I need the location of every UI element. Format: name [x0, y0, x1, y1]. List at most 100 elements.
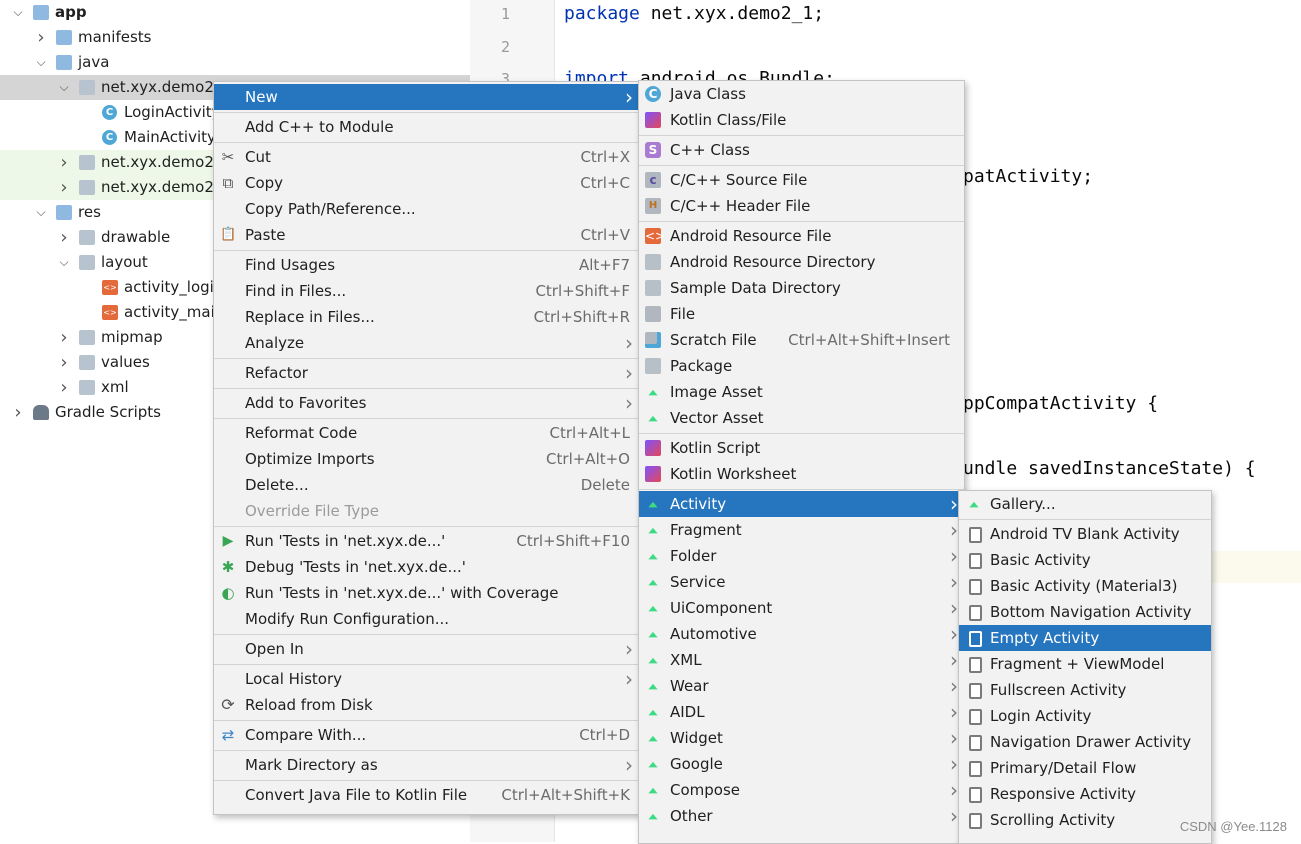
chevron-right-icon[interactable]: ›: [57, 375, 71, 400]
menu-item-open-in[interactable]: Open In ›: [214, 636, 639, 662]
menu-item-shortcut: Ctrl+Alt+L: [549, 424, 631, 442]
menu-item-basic-activity[interactable]: Basic Activity: [959, 547, 1211, 573]
menu-item-compose[interactable]: ▲ Compose ›: [639, 777, 964, 803]
menu-item-label: New: [245, 88, 278, 106]
submenu-arrow-icon: ›: [950, 752, 958, 776]
menu-item-widget[interactable]: ▲ Widget ›: [639, 725, 964, 751]
menu-item-kotlin-worksheet[interactable]: Kotlin Worksheet: [639, 461, 964, 487]
chevron-right-icon[interactable]: ›: [57, 150, 71, 175]
chevron-right-icon[interactable]: ›: [57, 175, 71, 200]
menu-item-responsive-activity[interactable]: Responsive Activity: [959, 781, 1211, 807]
menu-item-shortcut: Alt+F7: [578, 256, 630, 274]
menu-item-c-class[interactable]: S C++ Class: [639, 137, 964, 163]
menu-item-find-usages[interactable]: Find Usages Alt+F7: [214, 252, 639, 278]
menu-item-package[interactable]: Package: [639, 353, 964, 379]
menu-item-compare-with[interactable]: ⇄ Compare With... Ctrl+D: [214, 722, 639, 748]
menu-item-reformat-code[interactable]: Reformat Code Ctrl+Alt+L: [214, 420, 639, 446]
tree-node[interactable]: ⌵ app: [0, 0, 470, 25]
menu-item-label: C++ Class: [670, 141, 750, 159]
menu-item-mark-directory-as[interactable]: Mark Directory as ›: [214, 752, 639, 778]
menu-item-automotive[interactable]: ▲ Automotive ›: [639, 621, 964, 647]
menu-item-android-tv-blank-activity[interactable]: Android TV Blank Activity: [959, 521, 1211, 547]
tree-node[interactable]: ⌵ java: [0, 50, 470, 75]
menu-item-local-history[interactable]: Local History ›: [214, 666, 639, 692]
menu-item-c-c-source-file[interactable]: c C/C++ Source File: [639, 167, 964, 193]
menu-item-login-activity[interactable]: Login Activity: [959, 703, 1211, 729]
menu-item-c-c-header-file[interactable]: H C/C++ Header File: [639, 193, 964, 219]
tree-node[interactable]: › manifests: [0, 25, 470, 50]
menu-item-uicomponent[interactable]: ▲ UiComponent ›: [639, 595, 964, 621]
menu-item-cut[interactable]: ✂ Cut Ctrl+X: [214, 144, 639, 170]
menu-item-copy[interactable]: ⧉ Copy Ctrl+C: [214, 170, 639, 196]
code-line[interactable]: undle savedInstanceState) {: [963, 458, 1256, 479]
menu-item-file[interactable]: File: [639, 301, 964, 327]
chevron-right-icon[interactable]: ›: [57, 350, 71, 375]
menu-item-service[interactable]: ▲ Service ›: [639, 569, 964, 595]
menu-item-gallery[interactable]: ▲ Gallery...: [959, 491, 1211, 517]
chevron-down-icon[interactable]: ⌵: [34, 50, 48, 75]
menu-item-label: Other: [670, 807, 713, 825]
chevron-down-icon[interactable]: ⌵: [11, 0, 25, 25]
menu-item-empty-activity[interactable]: Empty Activity: [959, 625, 1211, 651]
chevron-right-icon[interactable]: ›: [11, 400, 25, 425]
menu-item-google[interactable]: ▲ Google ›: [639, 751, 964, 777]
menu-item-label: Fullscreen Activity: [990, 681, 1127, 699]
chevron-down-icon[interactable]: ⌵: [34, 200, 48, 225]
menu-item-xml[interactable]: ▲ XML ›: [639, 647, 964, 673]
menu-item-debug-tests-in-net-xyx-de[interactable]: ✱ Debug 'Tests in 'net.xyx.de...': [214, 554, 639, 580]
menu-item-new[interactable]: New ›: [214, 84, 639, 110]
code-line[interactable]: package net.xyx.demo2_1;: [564, 3, 824, 24]
package-folder-icon: [79, 380, 95, 395]
menu-item-other[interactable]: ▲ Other ›: [639, 803, 964, 829]
menu-item-add-to-favorites[interactable]: Add to Favorites ›: [214, 390, 639, 416]
menu-item-java-class[interactable]: C Java Class: [639, 81, 964, 107]
menu-item-fragment-viewmodel[interactable]: Fragment + ViewModel: [959, 651, 1211, 677]
chevron-right-icon[interactable]: ›: [57, 225, 71, 250]
menu-item-label: Copy Path/Reference...: [245, 200, 416, 218]
menu-item-paste[interactable]: 📋 Paste Ctrl+V: [214, 222, 639, 248]
menu-item-convert-java-file-to-kotlin-file[interactable]: Convert Java File to Kotlin File Ctrl+Alt…: [214, 782, 639, 808]
menu-item-optimize-imports[interactable]: Optimize Imports Ctrl+Alt+O: [214, 446, 639, 472]
menu-item-fragment[interactable]: ▲ Fragment ›: [639, 517, 964, 543]
menu-item-aidl[interactable]: ▲ AIDL ›: [639, 699, 964, 725]
menu-item-add-c-to-module[interactable]: Add C++ to Module: [214, 114, 639, 140]
menu-item-refactor[interactable]: Refactor ›: [214, 360, 639, 386]
chevron-right-icon[interactable]: ›: [34, 25, 48, 50]
menu-item-run-tests-in-net-xyx-de-with-coverage[interactable]: ◐ Run 'Tests in 'net.xyx.de...' with Cove…: [214, 580, 639, 606]
menu-item-basic-activity-material3[interactable]: Basic Activity (Material3): [959, 573, 1211, 599]
menu-item-android-resource-directory[interactable]: Android Resource Directory: [639, 249, 964, 275]
menu-item-replace-in-files[interactable]: Replace in Files... Ctrl+Shift+R: [214, 304, 639, 330]
menu-item-kotlin-script[interactable]: Kotlin Script: [639, 435, 964, 461]
package-folder-icon: [79, 80, 95, 95]
menu-item-reload-from-disk[interactable]: ⟳ Reload from Disk: [214, 692, 639, 718]
menu-item-delete[interactable]: Delete... Delete: [214, 472, 639, 498]
code-line[interactable]: patActivity;: [963, 166, 1093, 187]
menu-item-analyze[interactable]: Analyze ›: [214, 330, 639, 356]
android-icon: ▲: [648, 681, 658, 691]
menu-item-sample-data-directory[interactable]: Sample Data Directory: [639, 275, 964, 301]
chevron-right-icon[interactable]: ›: [57, 325, 71, 350]
menu-item-label: Login Activity: [990, 707, 1092, 725]
menu-item-scrolling-activity[interactable]: Scrolling Activity: [959, 807, 1211, 833]
menu-item-run-tests-in-net-xyx-de[interactable]: ▶ Run 'Tests in 'net.xyx.de...' Ctrl+Shift…: [214, 528, 639, 554]
chevron-down-icon[interactable]: ⌵: [57, 250, 71, 275]
menu-item-kotlin-class-file[interactable]: Kotlin Class/File: [639, 107, 964, 133]
menu-item-vector-asset[interactable]: ▲ Vector Asset: [639, 405, 964, 431]
menu-item-label: Compare With...: [245, 726, 367, 744]
menu-separator: [214, 250, 639, 251]
menu-item-fullscreen-activity[interactable]: Fullscreen Activity: [959, 677, 1211, 703]
code-line[interactable]: ppCompatActivity {: [963, 393, 1158, 414]
menu-item-navigation-drawer-activity[interactable]: Navigation Drawer Activity: [959, 729, 1211, 755]
menu-item-activity[interactable]: ▲ Activity ›: [639, 491, 964, 517]
menu-item-scratch-file[interactable]: Scratch File Ctrl+Alt+Shift+Insert: [639, 327, 964, 353]
menu-item-primary-detail-flow[interactable]: Primary/Detail Flow: [959, 755, 1211, 781]
menu-item-bottom-navigation-activity[interactable]: Bottom Navigation Activity: [959, 599, 1211, 625]
menu-item-copy-path-reference[interactable]: Copy Path/Reference...: [214, 196, 639, 222]
menu-item-folder[interactable]: ▲ Folder ›: [639, 543, 964, 569]
menu-item-modify-run-configuration[interactable]: Modify Run Configuration...: [214, 606, 639, 632]
menu-item-image-asset[interactable]: ▲ Image Asset: [639, 379, 964, 405]
chevron-down-icon[interactable]: ⌵: [57, 75, 71, 100]
menu-item-find-in-files[interactable]: Find in Files... Ctrl+Shift+F: [214, 278, 639, 304]
menu-item-android-resource-file[interactable]: <> Android Resource File: [639, 223, 964, 249]
menu-item-wear[interactable]: ▲ Wear ›: [639, 673, 964, 699]
